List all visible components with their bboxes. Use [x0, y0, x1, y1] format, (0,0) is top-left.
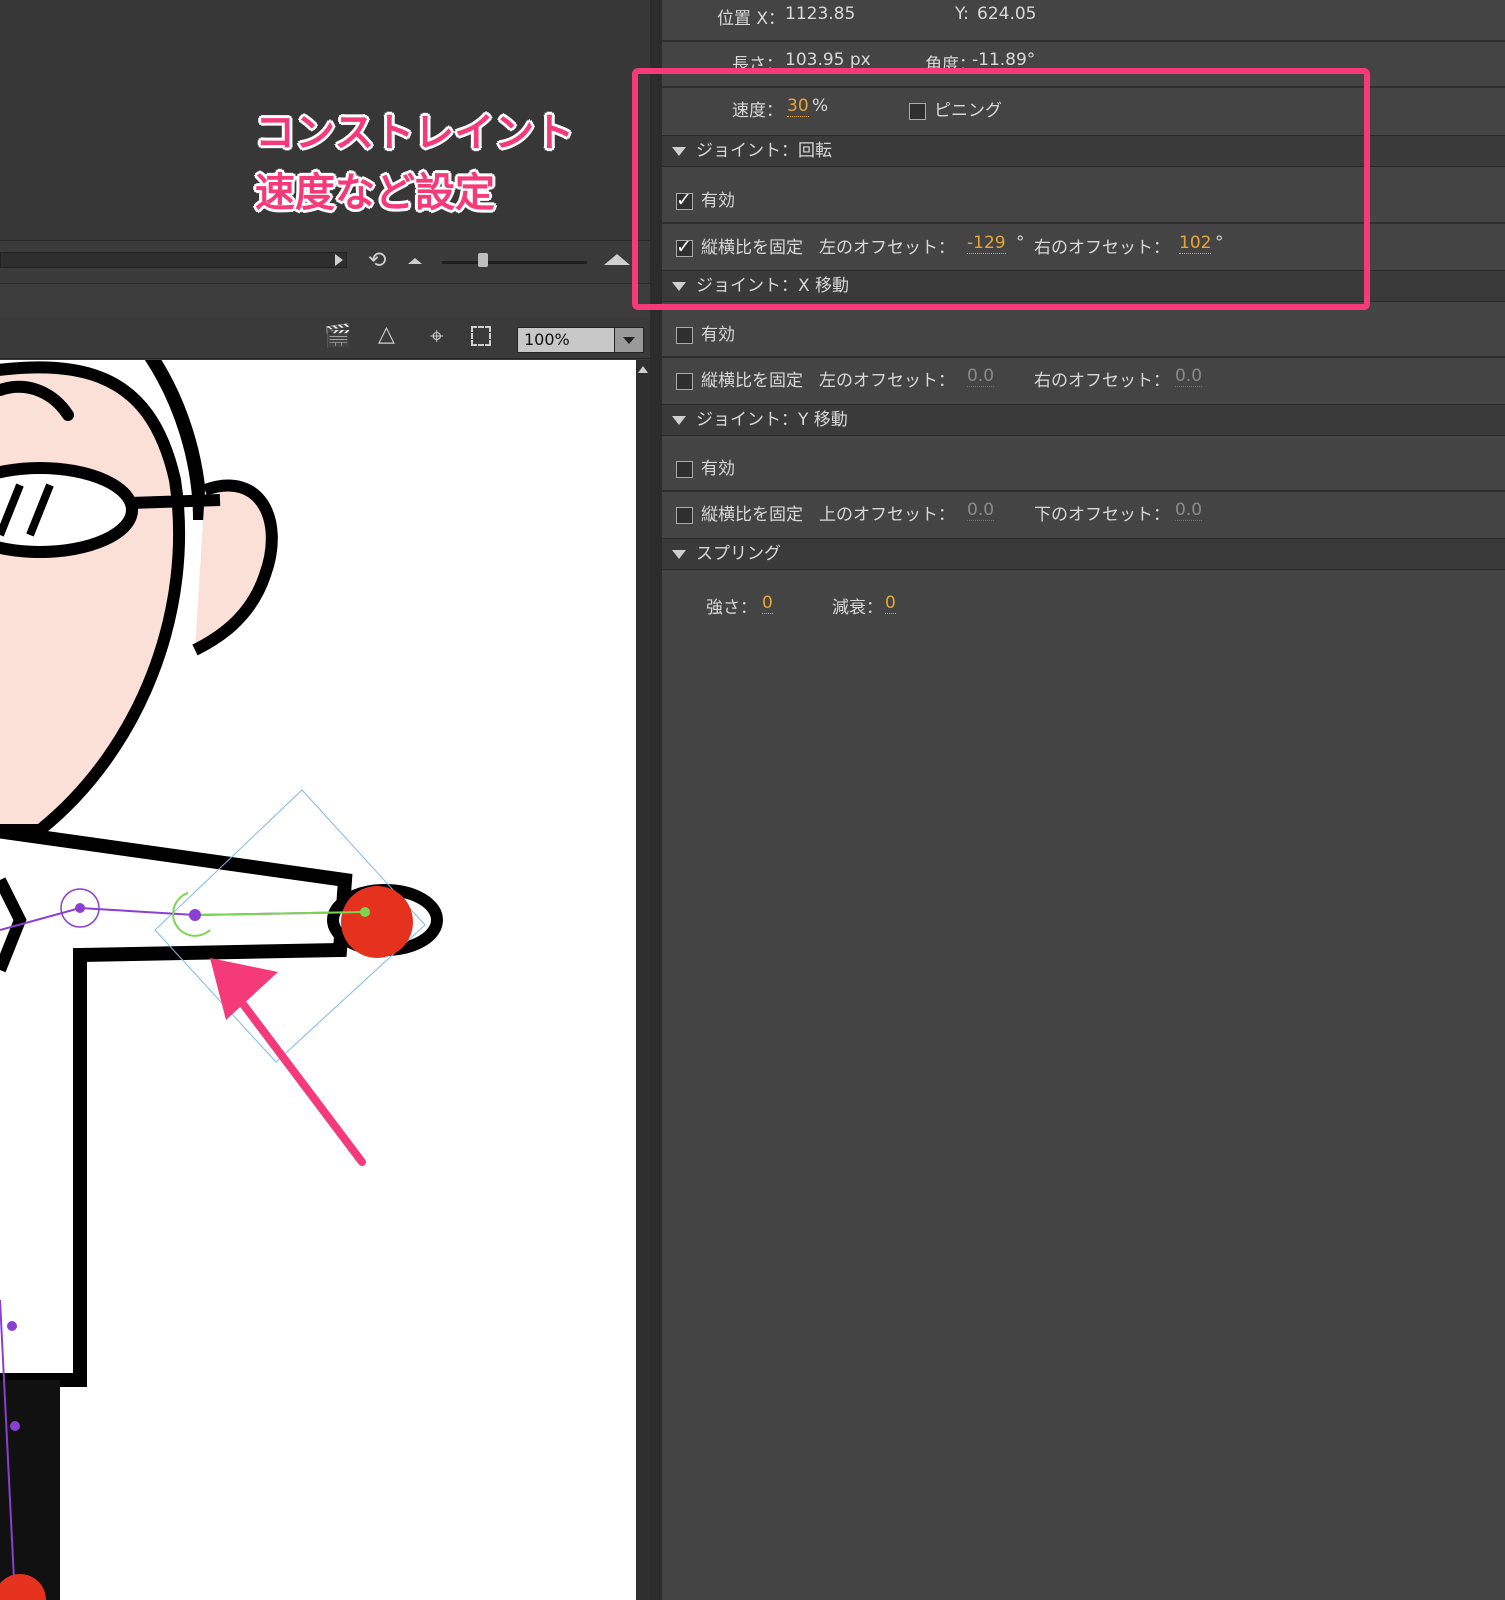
- position-y-label: Y:: [955, 4, 969, 24]
- y-offset-row: 縦横比を固定 上のオフセット： 0.0 下のオフセット： 0.0: [662, 500, 1505, 536]
- x-right-offset-value[interactable]: 0.0: [1175, 366, 1203, 387]
- angle-value: -11.89°: [972, 50, 1036, 70]
- damping-value[interactable]: 0: [885, 593, 896, 614]
- position-x-value: 1123.85: [785, 4, 856, 24]
- length-value: 103.95 px: [785, 50, 871, 70]
- timeline-scrollbar[interactable]: [0, 252, 347, 268]
- character-illustration: [0, 360, 443, 1600]
- stage-vertical-scrollbar[interactable]: [636, 360, 650, 1600]
- section-title: スプリング: [696, 544, 781, 564]
- play-arrow-icon[interactable]: [335, 254, 343, 266]
- zoom-out-mountain-icon[interactable]: [408, 258, 422, 264]
- strength-value[interactable]: 0: [762, 593, 773, 614]
- constrain-label: 縦横比を固定: [701, 505, 803, 525]
- separator: [662, 490, 1505, 492]
- center-stage-icon[interactable]: ⌖: [430, 322, 444, 350]
- left-offset-label: 左のオフセット：: [819, 371, 955, 391]
- constrain-label: 縦横比を固定: [701, 371, 803, 391]
- spring-row: 強さ： 0 減衰： 0: [662, 593, 1505, 629]
- strength-label: 強さ：: [706, 598, 757, 618]
- top-offset-label: 上のオフセット：: [819, 505, 955, 525]
- symbol-edit-icon[interactable]: △: [378, 322, 395, 347]
- x-enabled-row: 有効: [662, 320, 1505, 356]
- zoom-slider-thumb[interactable]: [478, 253, 488, 267]
- scene-clapper-icon[interactable]: 🎬: [324, 324, 351, 349]
- section-title: ジョイント：Y 移動: [696, 410, 848, 430]
- bottom-offset-label: 下のオフセット：: [1034, 505, 1170, 525]
- zoom-select[interactable]: 100%: [517, 327, 644, 353]
- y-top-offset-value[interactable]: 0.0: [967, 500, 995, 521]
- position-y-value: 624.05: [977, 4, 1037, 24]
- position-row: 位置 X： 1123.85 Y: 624.05: [662, 4, 1505, 40]
- section-joint-y-move[interactable]: ジョイント：Y 移動: [662, 404, 1505, 436]
- enabled-label: 有効: [701, 459, 735, 479]
- enabled-label: 有効: [701, 325, 735, 345]
- right-offset-label: 右のオフセット：: [1034, 371, 1170, 391]
- annotation-title: コンストレイント: [255, 110, 575, 156]
- x-enabled-checkbox[interactable]: 有効: [676, 320, 735, 345]
- zoom-value: 100%: [524, 330, 570, 349]
- damping-label: 減衰：: [832, 598, 883, 618]
- y-bottom-offset-value[interactable]: 0.0: [1175, 500, 1203, 521]
- chevron-down-icon[interactable]: [614, 328, 643, 352]
- y-constrain-checkbox[interactable]: 縦横比を固定: [676, 500, 803, 525]
- loop-icon[interactable]: ⟲: [368, 248, 386, 273]
- zoom-in-mountain-icon[interactable]: [604, 254, 630, 265]
- position-x-label: 位置 X：: [717, 9, 786, 29]
- clip-content-icon[interactable]: [471, 326, 491, 346]
- section-spring[interactable]: スプリング: [662, 538, 1505, 570]
- x-offset-row: 縦横比を固定 左のオフセット： 0.0 右のオフセット： 0.0: [662, 366, 1505, 402]
- stage-canvas[interactable]: [0, 360, 636, 1600]
- annotation-subtitle: 速度など設定: [255, 170, 495, 216]
- x-left-offset-value[interactable]: 0.0: [967, 366, 995, 387]
- collapse-triangle-icon[interactable]: [672, 415, 686, 425]
- separator: [662, 40, 1505, 42]
- collapse-triangle-icon[interactable]: [672, 549, 686, 559]
- y-enabled-row: 有効: [662, 454, 1505, 490]
- x-constrain-checkbox[interactable]: 縦横比を固定: [676, 366, 803, 391]
- separator: [662, 356, 1505, 358]
- scroll-up-icon[interactable]: [638, 366, 648, 373]
- y-enabled-checkbox[interactable]: 有効: [676, 454, 735, 479]
- annotation-highlight-box: [632, 68, 1370, 310]
- zoom-slider-track[interactable]: [442, 261, 587, 264]
